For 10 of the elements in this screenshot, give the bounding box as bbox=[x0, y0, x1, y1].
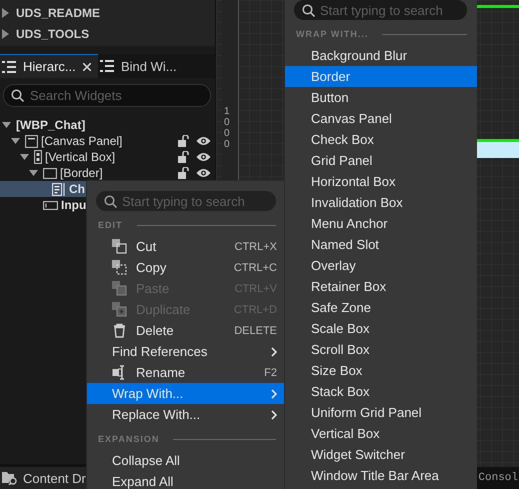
tree-label: [WBP_Chat] bbox=[16, 118, 86, 132]
tree-label: Inpu bbox=[61, 198, 86, 212]
section-header: EDIT bbox=[98, 220, 123, 230]
ruler-label: 1000 bbox=[224, 106, 231, 150]
tree-label: [Border] bbox=[60, 166, 103, 180]
tree-label: [Canvas Panel] bbox=[41, 134, 122, 148]
tree-label: Ch bbox=[69, 182, 85, 196]
tree-label: [Vertical Box] bbox=[45, 150, 116, 164]
section-header: WRAP WITH... bbox=[296, 29, 368, 39]
section-header: EXPANSION bbox=[98, 434, 160, 444]
